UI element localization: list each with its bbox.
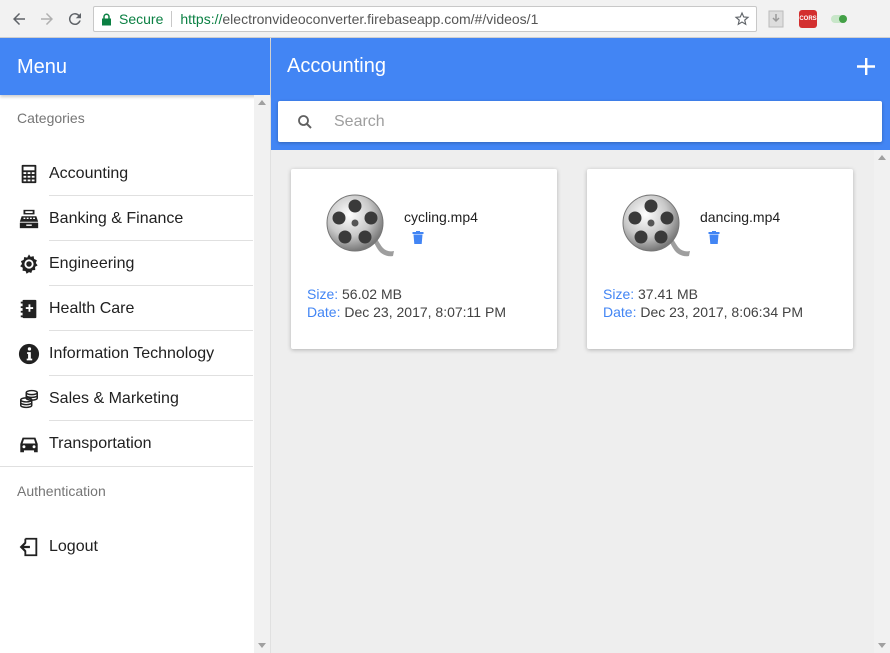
main-header: Accounting [271,38,890,150]
date-value: Dec 23, 2017, 8:07:11 PM [344,304,506,320]
cors-extension-label: CORS [799,16,817,22]
forward-button[interactable] [36,8,58,30]
video-card[interactable]: cycling.mp4 Size: 56.02 MB Date: Dec 23,… [291,169,557,349]
sidebar-title: Menu [17,56,68,78]
search-icon [298,114,312,129]
url-path: electronvideoconverter.firebaseapp.com/#… [222,11,539,27]
scroll-down-arrow-icon[interactable] [258,643,266,648]
arrow-left-icon [13,13,25,25]
scroll-down-arrow-icon[interactable] [878,643,886,648]
logout-button[interactable]: Logout [0,524,253,569]
cash-register-icon [18,208,40,230]
lock-icon [102,13,111,25]
car-icon [18,433,40,455]
video-size: Size: 56.02 MB [307,286,402,302]
authentication-subheader: Authentication [17,483,106,499]
auth-list: Logout [0,524,253,569]
sidebar-item-label: Banking & Finance [49,209,184,227]
size-key: Size: [603,286,635,302]
search-bar [278,101,882,142]
category-list: Accounting Banking & Finance Engineering… [0,151,253,466]
video-date: Date: Dec 23, 2017, 8:06:34 PM [603,304,803,320]
calculator-icon [18,163,40,185]
sidebar-header: Menu [0,38,270,95]
size-key: Size: [307,286,339,302]
date-value: Dec 23, 2017, 8:06:34 PM [640,304,804,320]
size-value: 37.41 MB [638,286,698,302]
download-extension-icon[interactable] [767,10,785,28]
sidebar-item-label: Engineering [49,254,135,272]
main-content: Accounting cycling.mp4 Size: 56.02 MB Da… [271,38,890,653]
categories-subheader: Categories [17,110,85,126]
toggle-extension-icon[interactable] [830,10,848,28]
add-video-button[interactable] [854,54,878,78]
delete-icon[interactable] [708,231,720,244]
sidebar-item-label: Health Care [49,299,135,317]
scroll-up-arrow-icon[interactable] [258,100,266,105]
info-icon [18,343,40,365]
browser-toolbar: Secure https://electronvideoconverter.fi… [0,0,890,38]
date-key: Date: [603,304,637,320]
sidebar-item-label: Information Technology [49,344,215,362]
video-file-name: cycling.mp4 [404,209,478,225]
page-title: Accounting [287,55,386,77]
arrow-right-icon [41,13,53,25]
back-button[interactable] [8,8,30,30]
medical-book-icon [18,298,40,320]
sidebar-scrollbar[interactable] [254,95,270,653]
logout-label: Logout [49,537,98,555]
logout-icon [18,536,40,558]
search-input[interactable] [334,112,834,131]
sidebar-item-label: Transportation [49,434,152,452]
sidebar-item-accounting[interactable]: Accounting [0,151,253,196]
secure-label: Secure [119,11,164,27]
sidebar: Menu Categories Accounting Banking & Fin… [0,38,271,653]
section-divider [0,466,253,467]
sidebar-item-engineering[interactable]: Engineering [0,241,253,286]
sidebar-item-label: Sales & Marketing [49,389,179,407]
secure-indicator[interactable]: Secure [94,11,163,27]
film-reel-icon [326,194,394,257]
video-card[interactable]: dancing.mp4 Size: 37.41 MB Date: Dec 23,… [587,169,853,349]
video-file-name: dancing.mp4 [700,209,781,225]
bookmark-star-icon[interactable] [734,11,750,27]
size-value: 56.02 MB [342,286,402,302]
film-reel-icon [622,194,690,257]
date-key: Date: [307,304,341,320]
main-scrollbar[interactable] [874,150,890,653]
sidebar-item-label: Accounting [49,164,129,182]
sidebar-item-banking-finance[interactable]: Banking & Finance [0,196,253,241]
address-bar[interactable]: Secure https://electronvideoconverter.fi… [93,6,757,32]
sidebar-item-transportation[interactable]: Transportation [0,421,253,466]
reload-button[interactable] [64,8,86,30]
omnibox-divider [171,11,173,27]
cors-extension-icon[interactable]: CORS [799,10,817,28]
video-size: Size: 37.41 MB [603,286,698,302]
delete-icon[interactable] [412,231,424,244]
video-date: Date: Dec 23, 2017, 8:07:11 PM [307,304,506,320]
sidebar-item-sales-marketing[interactable]: Sales & Marketing [0,376,253,421]
sidebar-item-health-care[interactable]: Health Care [0,286,253,331]
sidebar-item-information-technology[interactable]: Information Technology [0,331,253,376]
coins-icon [18,388,40,410]
url-scheme: https:// [180,11,223,27]
gear-icon [18,253,40,275]
scroll-up-arrow-icon[interactable] [878,155,886,160]
reload-icon [68,13,81,26]
